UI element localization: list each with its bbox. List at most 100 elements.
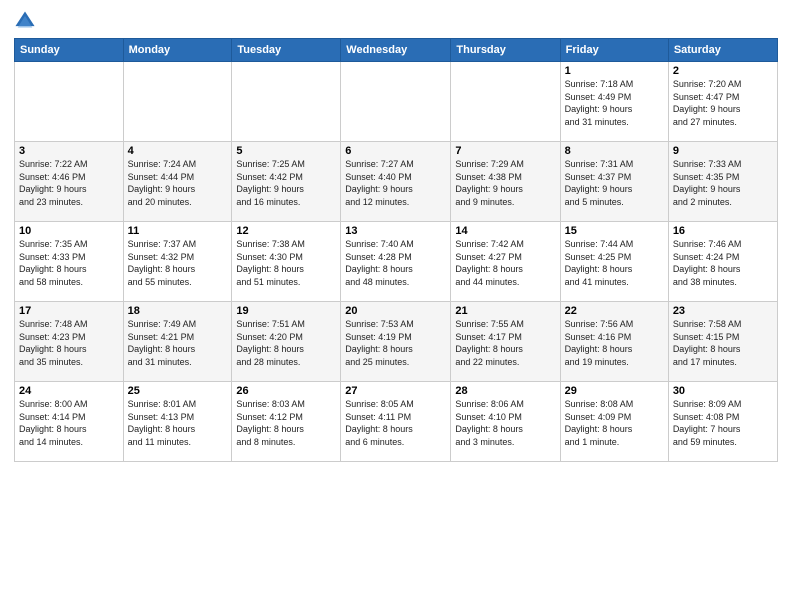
day-info: Sunrise: 8:06 AM Sunset: 4:10 PM Dayligh… <box>455 398 555 448</box>
weekday-header-wednesday: Wednesday <box>341 39 451 62</box>
day-cell: 20Sunrise: 7:53 AM Sunset: 4:19 PM Dayli… <box>341 302 451 382</box>
logo-icon <box>14 10 36 32</box>
day-number: 21 <box>455 305 555 317</box>
day-number: 15 <box>565 225 664 237</box>
day-info: Sunrise: 7:20 AM Sunset: 4:47 PM Dayligh… <box>673 78 773 128</box>
day-number: 29 <box>565 385 664 397</box>
day-info: Sunrise: 7:53 AM Sunset: 4:19 PM Dayligh… <box>345 318 446 368</box>
day-number: 18 <box>128 305 228 317</box>
day-cell <box>123 62 232 142</box>
day-number: 14 <box>455 225 555 237</box>
day-info: Sunrise: 7:37 AM Sunset: 4:32 PM Dayligh… <box>128 238 228 288</box>
day-info: Sunrise: 7:27 AM Sunset: 4:40 PM Dayligh… <box>345 158 446 208</box>
week-row-1: 1Sunrise: 7:18 AM Sunset: 4:49 PM Daylig… <box>15 62 778 142</box>
day-info: Sunrise: 7:18 AM Sunset: 4:49 PM Dayligh… <box>565 78 664 128</box>
day-info: Sunrise: 7:25 AM Sunset: 4:42 PM Dayligh… <box>236 158 336 208</box>
day-cell: 11Sunrise: 7:37 AM Sunset: 4:32 PM Dayli… <box>123 222 232 302</box>
day-number: 23 <box>673 305 773 317</box>
day-cell: 4Sunrise: 7:24 AM Sunset: 4:44 PM Daylig… <box>123 142 232 222</box>
day-info: Sunrise: 7:49 AM Sunset: 4:21 PM Dayligh… <box>128 318 228 368</box>
day-number: 2 <box>673 65 773 77</box>
day-number: 9 <box>673 145 773 157</box>
day-cell: 17Sunrise: 7:48 AM Sunset: 4:23 PM Dayli… <box>15 302 124 382</box>
day-info: Sunrise: 7:35 AM Sunset: 4:33 PM Dayligh… <box>19 238 119 288</box>
day-cell <box>232 62 341 142</box>
day-cell <box>451 62 560 142</box>
day-cell <box>341 62 451 142</box>
day-cell: 28Sunrise: 8:06 AM Sunset: 4:10 PM Dayli… <box>451 382 560 462</box>
day-cell: 18Sunrise: 7:49 AM Sunset: 4:21 PM Dayli… <box>123 302 232 382</box>
day-cell: 8Sunrise: 7:31 AM Sunset: 4:37 PM Daylig… <box>560 142 668 222</box>
day-cell: 12Sunrise: 7:38 AM Sunset: 4:30 PM Dayli… <box>232 222 341 302</box>
day-cell: 5Sunrise: 7:25 AM Sunset: 4:42 PM Daylig… <box>232 142 341 222</box>
day-cell: 30Sunrise: 8:09 AM Sunset: 4:08 PM Dayli… <box>668 382 777 462</box>
day-number: 11 <box>128 225 228 237</box>
day-cell: 3Sunrise: 7:22 AM Sunset: 4:46 PM Daylig… <box>15 142 124 222</box>
week-row-3: 10Sunrise: 7:35 AM Sunset: 4:33 PM Dayli… <box>15 222 778 302</box>
day-cell: 2Sunrise: 7:20 AM Sunset: 4:47 PM Daylig… <box>668 62 777 142</box>
day-number: 1 <box>565 65 664 77</box>
day-cell: 23Sunrise: 7:58 AM Sunset: 4:15 PM Dayli… <box>668 302 777 382</box>
day-number: 27 <box>345 385 446 397</box>
day-number: 20 <box>345 305 446 317</box>
day-info: Sunrise: 7:38 AM Sunset: 4:30 PM Dayligh… <box>236 238 336 288</box>
day-number: 16 <box>673 225 773 237</box>
day-number: 25 <box>128 385 228 397</box>
day-cell: 7Sunrise: 7:29 AM Sunset: 4:38 PM Daylig… <box>451 142 560 222</box>
day-cell: 21Sunrise: 7:55 AM Sunset: 4:17 PM Dayli… <box>451 302 560 382</box>
day-cell: 14Sunrise: 7:42 AM Sunset: 4:27 PM Dayli… <box>451 222 560 302</box>
day-info: Sunrise: 7:46 AM Sunset: 4:24 PM Dayligh… <box>673 238 773 288</box>
day-cell: 22Sunrise: 7:56 AM Sunset: 4:16 PM Dayli… <box>560 302 668 382</box>
day-number: 17 <box>19 305 119 317</box>
day-number: 30 <box>673 385 773 397</box>
day-cell: 10Sunrise: 7:35 AM Sunset: 4:33 PM Dayli… <box>15 222 124 302</box>
day-number: 12 <box>236 225 336 237</box>
day-cell: 19Sunrise: 7:51 AM Sunset: 4:20 PM Dayli… <box>232 302 341 382</box>
day-info: Sunrise: 8:00 AM Sunset: 4:14 PM Dayligh… <box>19 398 119 448</box>
page: SundayMondayTuesdayWednesdayThursdayFrid… <box>0 0 792 612</box>
day-cell: 15Sunrise: 7:44 AM Sunset: 4:25 PM Dayli… <box>560 222 668 302</box>
day-info: Sunrise: 7:44 AM Sunset: 4:25 PM Dayligh… <box>565 238 664 288</box>
day-cell: 9Sunrise: 7:33 AM Sunset: 4:35 PM Daylig… <box>668 142 777 222</box>
day-cell: 6Sunrise: 7:27 AM Sunset: 4:40 PM Daylig… <box>341 142 451 222</box>
day-number: 5 <box>236 145 336 157</box>
day-info: Sunrise: 7:55 AM Sunset: 4:17 PM Dayligh… <box>455 318 555 368</box>
day-info: Sunrise: 8:05 AM Sunset: 4:11 PM Dayligh… <box>345 398 446 448</box>
day-cell: 26Sunrise: 8:03 AM Sunset: 4:12 PM Dayli… <box>232 382 341 462</box>
day-number: 28 <box>455 385 555 397</box>
day-number: 3 <box>19 145 119 157</box>
day-info: Sunrise: 7:24 AM Sunset: 4:44 PM Dayligh… <box>128 158 228 208</box>
day-info: Sunrise: 8:09 AM Sunset: 4:08 PM Dayligh… <box>673 398 773 448</box>
logo <box>14 10 40 32</box>
day-cell: 25Sunrise: 8:01 AM Sunset: 4:13 PM Dayli… <box>123 382 232 462</box>
day-number: 7 <box>455 145 555 157</box>
calendar-table: SundayMondayTuesdayWednesdayThursdayFrid… <box>14 38 778 462</box>
day-number: 13 <box>345 225 446 237</box>
day-cell: 13Sunrise: 7:40 AM Sunset: 4:28 PM Dayli… <box>341 222 451 302</box>
week-row-5: 24Sunrise: 8:00 AM Sunset: 4:14 PM Dayli… <box>15 382 778 462</box>
week-row-2: 3Sunrise: 7:22 AM Sunset: 4:46 PM Daylig… <box>15 142 778 222</box>
day-cell: 29Sunrise: 8:08 AM Sunset: 4:09 PM Dayli… <box>560 382 668 462</box>
header <box>14 10 778 32</box>
day-cell: 16Sunrise: 7:46 AM Sunset: 4:24 PM Dayli… <box>668 222 777 302</box>
day-cell: 27Sunrise: 8:05 AM Sunset: 4:11 PM Dayli… <box>341 382 451 462</box>
day-info: Sunrise: 8:08 AM Sunset: 4:09 PM Dayligh… <box>565 398 664 448</box>
day-info: Sunrise: 7:48 AM Sunset: 4:23 PM Dayligh… <box>19 318 119 368</box>
day-info: Sunrise: 7:51 AM Sunset: 4:20 PM Dayligh… <box>236 318 336 368</box>
weekday-header-friday: Friday <box>560 39 668 62</box>
day-info: Sunrise: 8:03 AM Sunset: 4:12 PM Dayligh… <box>236 398 336 448</box>
day-info: Sunrise: 7:58 AM Sunset: 4:15 PM Dayligh… <box>673 318 773 368</box>
day-cell: 1Sunrise: 7:18 AM Sunset: 4:49 PM Daylig… <box>560 62 668 142</box>
day-number: 22 <box>565 305 664 317</box>
day-cell <box>15 62 124 142</box>
day-info: Sunrise: 7:29 AM Sunset: 4:38 PM Dayligh… <box>455 158 555 208</box>
weekday-header-row: SundayMondayTuesdayWednesdayThursdayFrid… <box>15 39 778 62</box>
weekday-header-saturday: Saturday <box>668 39 777 62</box>
day-number: 24 <box>19 385 119 397</box>
week-row-4: 17Sunrise: 7:48 AM Sunset: 4:23 PM Dayli… <box>15 302 778 382</box>
day-number: 26 <box>236 385 336 397</box>
day-number: 19 <box>236 305 336 317</box>
day-info: Sunrise: 7:40 AM Sunset: 4:28 PM Dayligh… <box>345 238 446 288</box>
weekday-header-thursday: Thursday <box>451 39 560 62</box>
day-cell: 24Sunrise: 8:00 AM Sunset: 4:14 PM Dayli… <box>15 382 124 462</box>
